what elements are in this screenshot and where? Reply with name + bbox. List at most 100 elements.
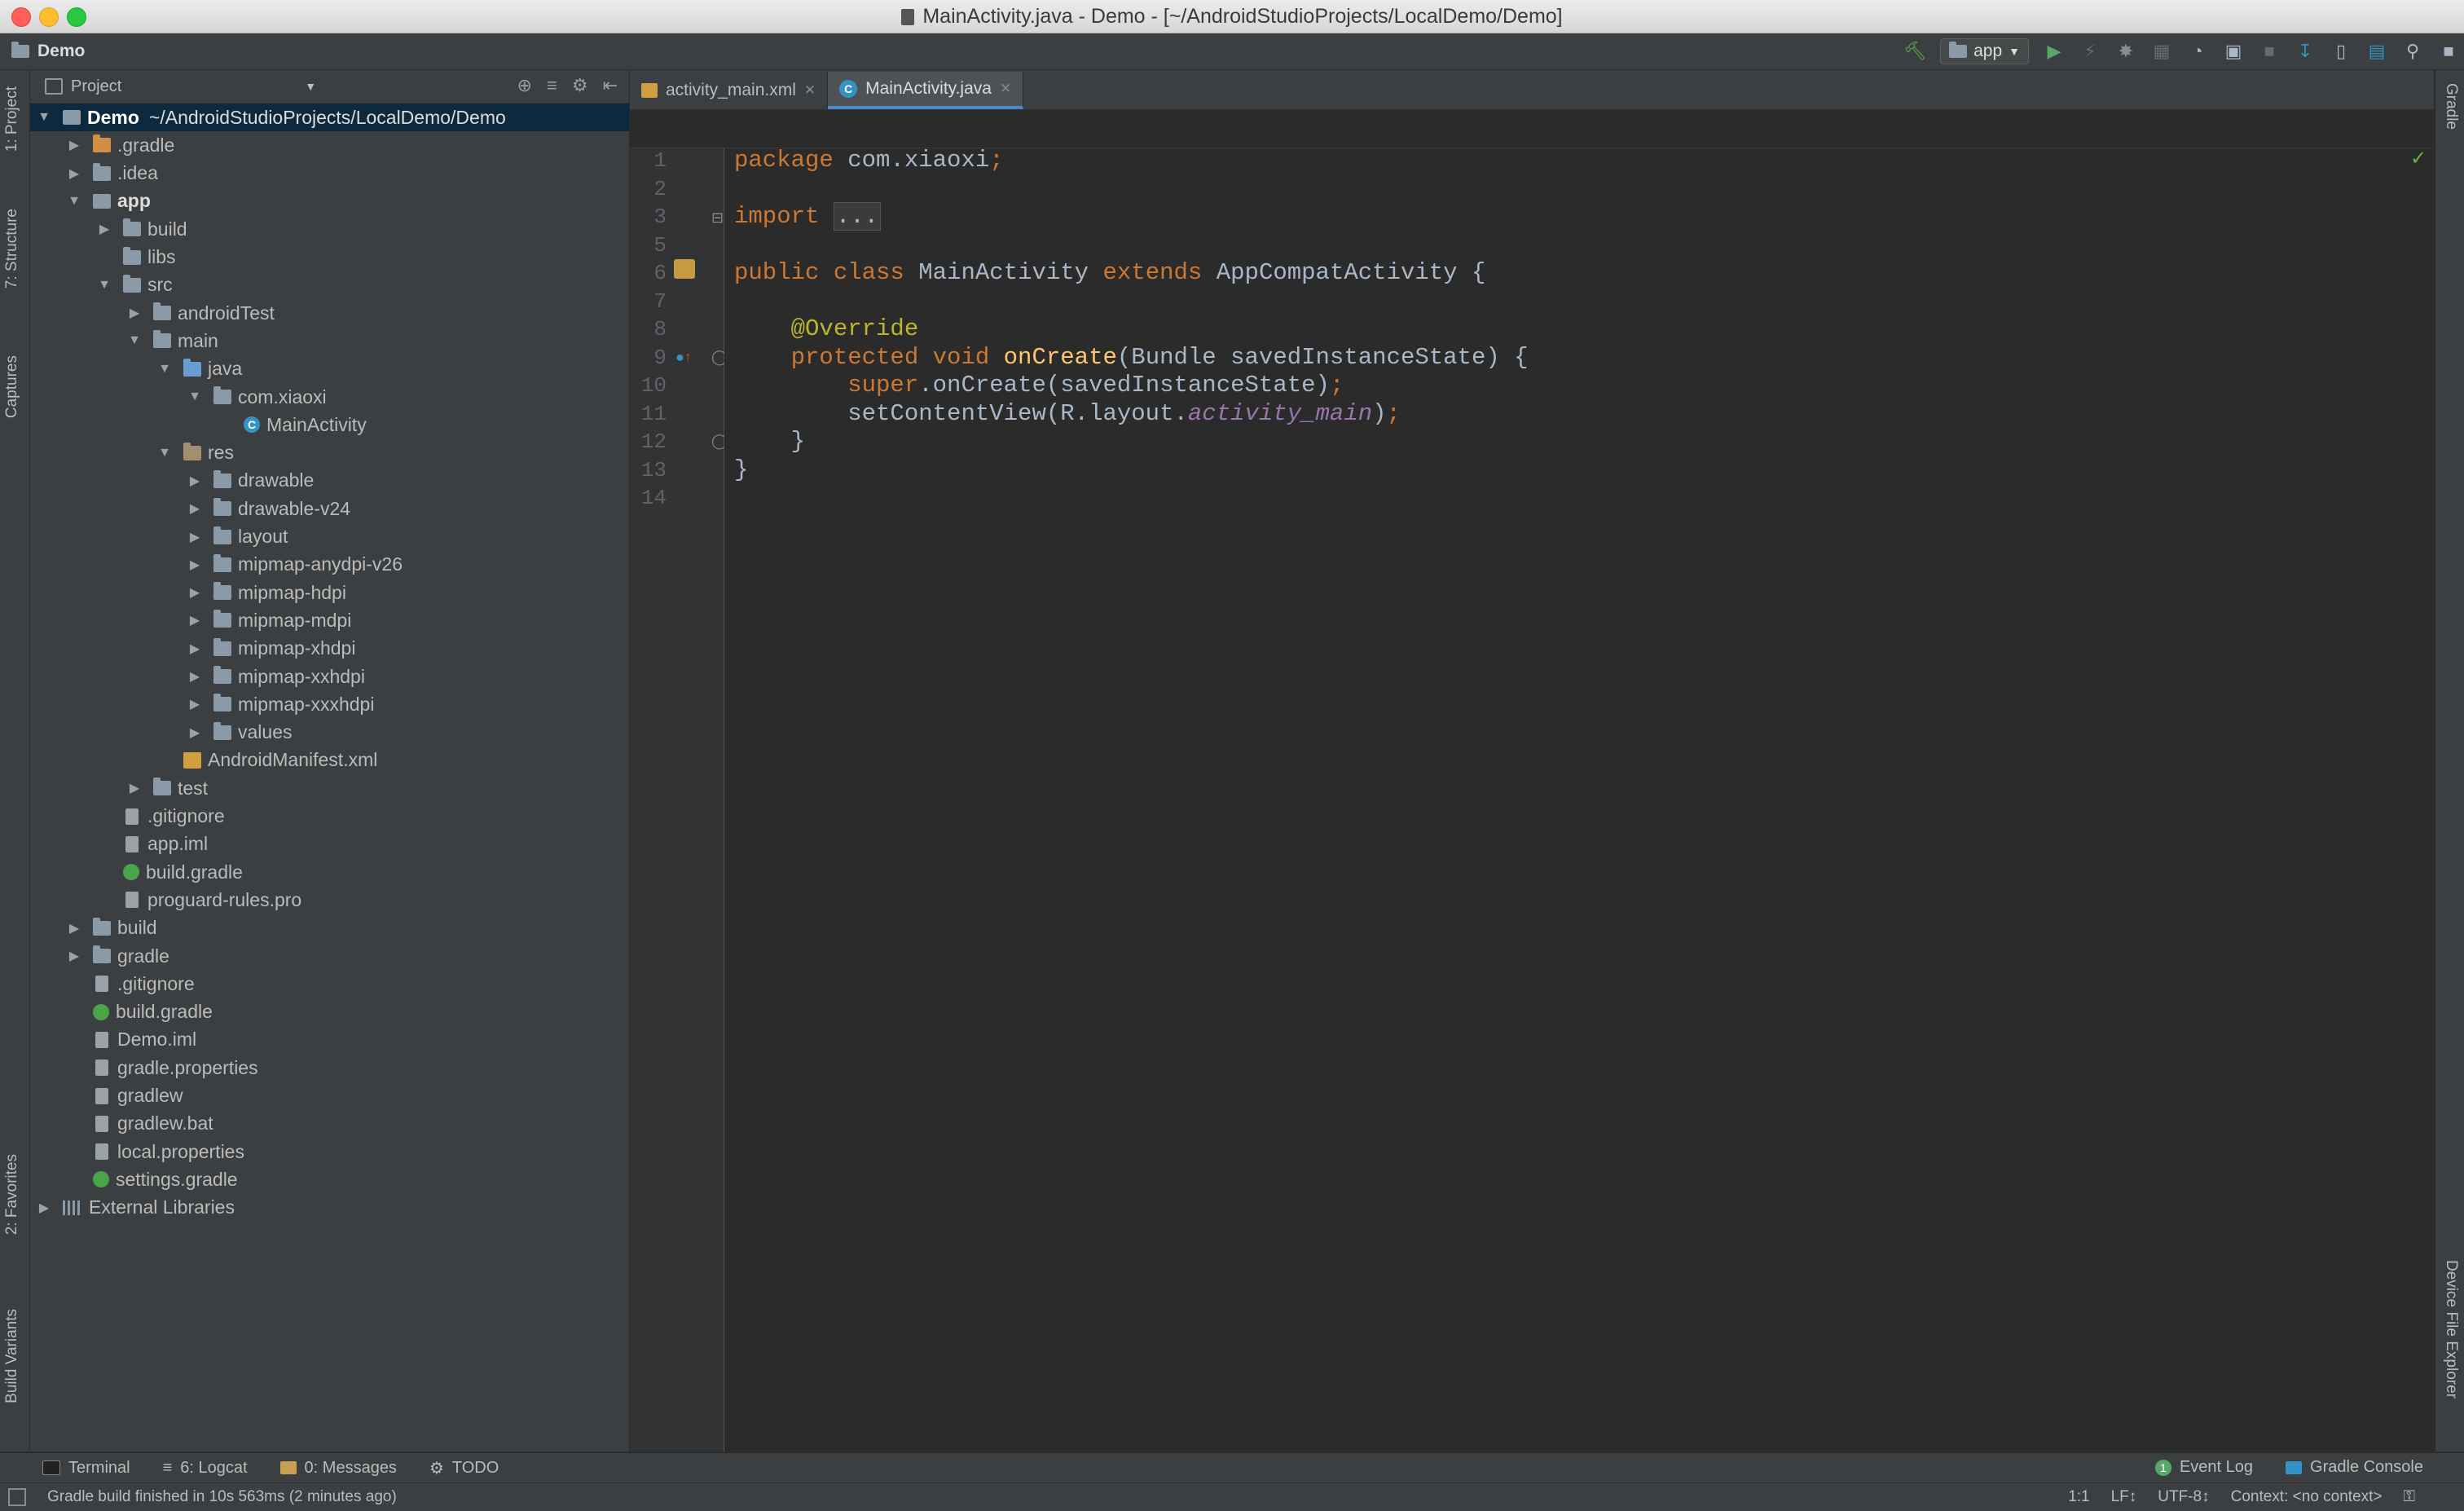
override-marker-icon[interactable]: ●↑ xyxy=(675,349,692,366)
fold-toggle-icon[interactable]: ⊟ xyxy=(711,209,724,227)
collapsed-arrow-icon[interactable]: ▶ xyxy=(67,920,81,936)
collapsed-arrow-icon[interactable]: ▶ xyxy=(67,948,81,964)
collapsed-arrow-icon[interactable]: ▶ xyxy=(187,668,202,685)
breadcrumb[interactable]: Demo xyxy=(11,40,85,63)
tree-item[interactable]: Demo.iml xyxy=(30,1026,629,1054)
tree-item[interactable]: gradlew.bat xyxy=(30,1110,629,1138)
tree-item[interactable]: ▶ .gradle xyxy=(30,131,629,159)
tree-item[interactable]: ▼ res xyxy=(30,439,629,467)
make-project-hammer-icon[interactable]: 🔨︎ xyxy=(1903,41,1926,62)
tree-item[interactable]: libs xyxy=(30,244,629,271)
collapsed-arrow-icon[interactable]: ▶ xyxy=(187,473,202,489)
run-configuration-select[interactable]: app ▼ xyxy=(1940,38,2029,64)
hide-panel-icon[interactable]: ⇤ xyxy=(603,75,618,96)
stop-icon[interactable]: ■ xyxy=(2259,41,2280,62)
code-line[interactable]: } xyxy=(734,456,748,483)
tree-item[interactable]: ▶ layout xyxy=(30,523,629,551)
tree-item[interactable]: gradle.properties xyxy=(30,1054,629,1081)
minimize-window-button[interactable] xyxy=(39,7,59,27)
project-view-selector[interactable]: Project xyxy=(45,77,121,96)
tree-item[interactable]: AndroidManifest.xml xyxy=(30,747,629,774)
tree-item[interactable]: ▶ mipmap-xxhdpi xyxy=(30,663,629,690)
close-tab-icon[interactable]: ✕ xyxy=(1000,81,1011,97)
apply-changes-lightning-icon[interactable]: ⚡︎ xyxy=(2079,41,2101,62)
tool-tab-captures[interactable]: Captures xyxy=(3,355,21,418)
expanded-arrow-icon[interactable]: ▼ xyxy=(157,446,172,460)
bottom-tab-terminal[interactable]: Terminal xyxy=(42,1459,130,1478)
tree-item[interactable]: .gitignore xyxy=(30,970,629,998)
lock-icon[interactable]: ⚿ xyxy=(2404,1488,2415,1506)
chevron-down-icon[interactable]: ▼ xyxy=(305,80,316,93)
collapsed-arrow-icon[interactable]: ▶ xyxy=(187,696,202,712)
encoding-widget[interactable]: UTF-8↕ xyxy=(2158,1488,2209,1506)
tree-item[interactable]: ▶ values xyxy=(30,719,629,747)
tree-item[interactable]: app.iml xyxy=(30,830,629,858)
tree-item[interactable]: build.gradle xyxy=(30,998,629,1026)
tree-item[interactable]: proguard-rules.pro xyxy=(30,886,629,914)
tree-item[interactable]: gradlew xyxy=(30,1082,629,1110)
tool-tab-device-file-explorer[interactable]: Device File Explorer xyxy=(2442,1260,2460,1399)
code-editor[interactable]: package com.xiaoxi; import ... public clas… xyxy=(724,147,2434,1452)
tree-item[interactable]: build.gradle xyxy=(30,858,629,886)
debug-bug-icon[interactable]: ✸ xyxy=(2115,41,2136,62)
tree-item[interactable]: .gitignore xyxy=(30,803,629,830)
collapsed-arrow-icon[interactable]: ▶ xyxy=(67,137,81,153)
tree-item[interactable]: ▼ java xyxy=(30,355,629,383)
collapsed-arrow-icon[interactable]: ▶ xyxy=(187,641,202,657)
scroll-from-source-icon[interactable]: ⊕ xyxy=(517,75,532,96)
collapsed-arrow-icon[interactable]: ▶ xyxy=(67,165,81,182)
tree-item[interactable]: ▶ mipmap-xxxhdpi xyxy=(30,690,629,718)
tree-item[interactable]: ▶ test xyxy=(30,774,629,802)
tool-tab-favorites[interactable]: 2: Favorites xyxy=(3,1154,21,1235)
collapsed-arrow-icon[interactable]: ▶ xyxy=(187,500,202,517)
expanded-arrow-icon[interactable]: ▼ xyxy=(97,278,112,293)
profiler-icon[interactable]: ◔ xyxy=(2187,41,2208,62)
tool-tab-structure[interactable]: 7: Structure xyxy=(3,209,21,289)
tree-item[interactable]: ▶ build xyxy=(30,215,629,243)
tree-item[interactable]: ▼ src xyxy=(30,271,629,299)
user-avatar-icon[interactable]: ■ xyxy=(2438,41,2459,62)
tab-mainactivity-java[interactable]: C MainActivity.java ✕ xyxy=(828,72,1024,109)
search-icon[interactable]: ⚲ xyxy=(2402,41,2423,62)
expanded-arrow-icon[interactable]: ▼ xyxy=(187,390,202,404)
close-window-button[interactable] xyxy=(11,7,31,27)
code-line[interactable]: setContentView(R.layout.activity_main); xyxy=(734,400,1401,427)
breadcrumb-project[interactable]: Demo xyxy=(37,42,85,61)
code-line[interactable]: package com.xiaoxi; xyxy=(734,147,1004,174)
code-line[interactable]: protected void onCreate(Bundle savedInst… xyxy=(734,344,1529,371)
bottom-tab-messages[interactable]: 0: Messages xyxy=(279,1459,397,1478)
expanded-arrow-icon[interactable]: ▼ xyxy=(37,110,51,125)
coverage-icon[interactable]: ▦ xyxy=(2151,41,2172,62)
collapsed-arrow-icon[interactable]: ▶ xyxy=(187,725,202,741)
tree-item[interactable]: ▼ Demo ~/AndroidStudioProjects/LocalDemo/D… xyxy=(30,104,629,131)
tab-activity-main-xml[interactable]: activity_main.xml ✕ xyxy=(630,72,829,109)
code-line[interactable]: import ... xyxy=(734,202,882,231)
close-tab-icon[interactable]: ✕ xyxy=(804,82,816,99)
collapsed-arrow-icon[interactable]: ▶ xyxy=(127,305,142,321)
folded-imports[interactable]: ... xyxy=(833,202,882,231)
collapsed-arrow-icon[interactable]: ▶ xyxy=(187,584,202,601)
tree-item[interactable]: ▶ .idea xyxy=(30,160,629,187)
code-line[interactable]: @Override xyxy=(734,315,919,342)
bottom-tab-event-log[interactable]: 1 Event Log xyxy=(2154,1458,2253,1477)
expanded-arrow-icon[interactable]: ▼ xyxy=(127,333,142,348)
tool-tab-build-variants[interactable]: Build Variants xyxy=(3,1309,21,1403)
tool-tab-gradle[interactable]: Gradle xyxy=(2442,83,2460,130)
tree-item[interactable]: ▼ main xyxy=(30,327,629,355)
tree-item[interactable]: ▼ app xyxy=(30,187,629,215)
toggle-tool-windows-icon[interactable] xyxy=(8,1488,26,1506)
code-line[interactable]: super.onCreate(savedInstanceState); xyxy=(734,372,1344,399)
collapse-all-icon[interactable]: ≡ xyxy=(547,75,557,96)
tree-item[interactable]: ▼ com.xiaoxi xyxy=(30,383,629,411)
expanded-arrow-icon[interactable]: ▼ xyxy=(67,194,81,209)
collapsed-arrow-icon[interactable]: ▶ xyxy=(187,612,202,628)
tree-item[interactable]: ▶ External Libraries xyxy=(30,1194,629,1222)
tree-item[interactable]: ▶ gradle xyxy=(30,942,629,970)
tree-item[interactable]: ▶ mipmap-xhdpi xyxy=(30,635,629,663)
tree-item[interactable]: ▶ mipmap-hdpi xyxy=(30,579,629,606)
project-structure-icon[interactable]: ▤ xyxy=(2366,41,2387,62)
bottom-tab-gradle-console[interactable]: Gradle Console xyxy=(2286,1458,2423,1477)
tree-item[interactable]: ▶ drawable-v24 xyxy=(30,495,629,522)
tree-item[interactable]: ▶ drawable xyxy=(30,467,629,495)
layout-preview-icon[interactable] xyxy=(674,259,695,283)
